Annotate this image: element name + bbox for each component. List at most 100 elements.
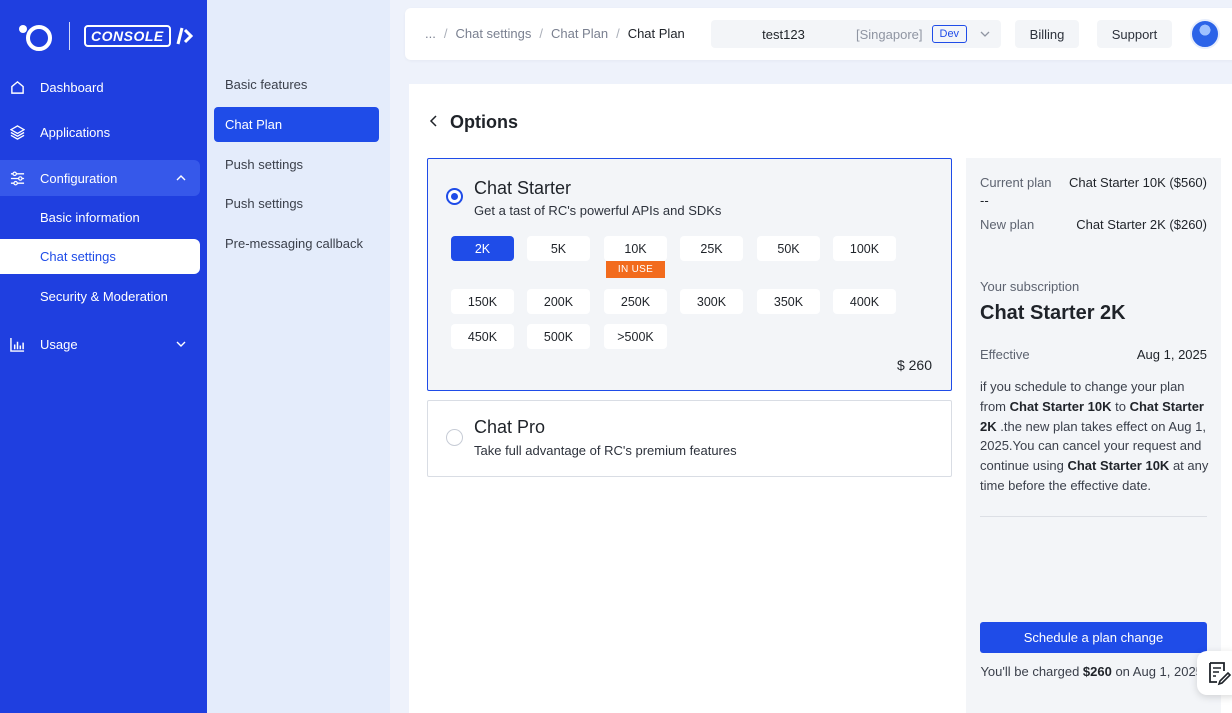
logo-console-text: CONSOLE <box>84 25 171 47</box>
schedule-note: if you schedule to change your plan from… <box>980 377 1210 496</box>
chevron-down-icon <box>979 28 991 40</box>
logo-wordmark: CONSOLE <box>84 25 193 47</box>
sidebar-subitem-label: Chat settings <box>40 249 116 264</box>
plan-card-chat-pro[interactable]: Chat Pro Take full advantage of RC's pre… <box>427 400 952 477</box>
new-plan-label: New plan <box>980 217 1035 232</box>
plan-price: $ 260 <box>896 357 932 373</box>
tier-option[interactable]: 5K <box>527 236 590 261</box>
subscription-label: Your subscription <box>980 279 1080 294</box>
plan-radio-chat-pro[interactable] <box>446 429 463 446</box>
sidebar-subitem-chat-settings[interactable]: Chat settings <box>0 239 200 274</box>
logo-divider <box>69 22 70 50</box>
charge-notice: You'll be charged $260 on Aug 1, 2025. <box>980 662 1207 682</box>
billing-button[interactable]: Billing <box>1015 20 1079 48</box>
note-from-plan: Chat Starter 10K <box>1009 398 1112 414</box>
sidebar-item-label: Applications <box>40 124 111 140</box>
sidebar-item-label: Dashboard <box>40 79 104 95</box>
breadcrumb-separator: / <box>443 26 448 41</box>
tier-option[interactable]: 100K <box>833 236 896 261</box>
sidebar-subitem-basic-information[interactable]: Basic information <box>0 200 200 235</box>
back-chevron-icon[interactable] <box>428 114 440 128</box>
plan-name: Chat Starter <box>474 178 572 198</box>
tier-option[interactable]: 250K <box>604 289 667 314</box>
sidebar-item-label: Configuration <box>40 170 118 186</box>
tier-option[interactable]: 2K <box>451 236 514 261</box>
feedback-button[interactable] <box>1197 651 1232 695</box>
charge-text: on Aug 1, 2025. <box>1111 664 1207 679</box>
console-logo[interactable]: CONSOLE <box>17 20 193 52</box>
tier-option[interactable]: 25K <box>680 236 743 261</box>
sidebar-subitem-label: Security & Moderation <box>40 289 168 304</box>
layers-icon <box>9 124 25 140</box>
subnav-item-push-settings[interactable]: Push settings <box>214 147 379 182</box>
plan-summary-panel: Current plan Chat Starter 10K ($560) -- … <box>966 158 1221 713</box>
project-selector[interactable]: test123 [Singapore] Dev <box>711 20 1001 48</box>
charge-text: You'll be charged <box>980 664 1083 679</box>
plan-radio-chat-starter[interactable] <box>446 188 463 205</box>
sliders-icon <box>9 170 25 186</box>
new-plan-value: Chat Starter 2K ($260) <box>1076 217 1207 232</box>
project-name: test123 <box>762 26 805 42</box>
effective-date: Aug 1, 2025 <box>1136 347 1207 362</box>
top-header: ... / Chat settings / Chat Plan / Chat P… <box>405 8 1232 60</box>
env-badge: Dev <box>931 25 968 43</box>
tier-option[interactable]: 10K <box>604 236 667 261</box>
sidebar-item-applications[interactable]: Applications <box>0 114 200 150</box>
subscription-plan: Chat Starter 2K <box>980 302 1126 324</box>
sidebar-subitem-label: Basic information <box>40 210 140 225</box>
tier-option[interactable]: >500K <box>604 324 667 349</box>
tier-option[interactable]: 150K <box>451 289 514 314</box>
current-plan-value: Chat Starter 10K ($560) <box>1068 175 1207 190</box>
support-button[interactable]: Support <box>1097 20 1172 48</box>
chevron-down-icon <box>174 337 188 351</box>
chat-settings-subnav: Basic features Chat Plan Push settings P… <box>207 0 390 713</box>
plan-description: Take full advantage of RC's premium feat… <box>474 443 737 458</box>
main-sidebar: CONSOLE Dashboard Applications Configura… <box>0 0 207 713</box>
breadcrumb-chat-plan[interactable]: Chat Plan <box>551 26 608 41</box>
schedule-plan-change-button[interactable]: Schedule a plan change <box>980 622 1207 653</box>
sidebar-subitem-security-moderation[interactable]: Security & Moderation <box>0 279 200 314</box>
current-plan-extra: -- <box>980 193 989 208</box>
charge-amount: $260 <box>1082 664 1112 679</box>
note-keep-plan: Chat Starter 10K <box>1067 458 1170 474</box>
note-text: to <box>1111 398 1130 414</box>
in-use-badge: IN USE <box>606 261 665 278</box>
sidebar-item-label: Usage <box>40 336 78 352</box>
breadcrumb-chat-settings[interactable]: Chat settings <box>455 26 531 41</box>
tier-option[interactable]: 400K <box>833 289 896 314</box>
tier-option[interactable]: 300K <box>680 289 743 314</box>
tier-option[interactable]: 450K <box>451 324 514 349</box>
home-icon <box>9 79 25 95</box>
sidebar-item-dashboard[interactable]: Dashboard <box>0 69 200 105</box>
edit-note-icon <box>1209 662 1232 686</box>
breadcrumb-separator: / <box>616 26 620 41</box>
page-title: Options <box>450 112 518 132</box>
subnav-item-push-settings-2[interactable]: Push settings <box>214 186 379 221</box>
tier-option[interactable]: 500K <box>527 324 590 349</box>
breadcrumb-separator: / <box>539 26 543 41</box>
options-panel: Options Chat Starter Get a tast of RC's … <box>409 84 1232 713</box>
breadcrumb-ellipsis[interactable]: ... <box>425 26 436 41</box>
effective-label: Effective <box>980 347 1030 362</box>
avatar[interactable] <box>1190 19 1220 49</box>
tier-option[interactable]: 50K <box>757 236 820 261</box>
plan-name: Chat Pro <box>474 417 546 437</box>
sidebar-item-configuration[interactable]: Configuration <box>0 160 200 196</box>
plan-card-chat-starter[interactable]: Chat Starter Get a tast of RC's powerful… <box>427 158 952 391</box>
bar-chart-icon <box>9 336 25 352</box>
sidebar-item-usage[interactable]: Usage <box>0 326 200 362</box>
chevron-up-icon <box>174 171 188 185</box>
subnav-item-pre-messaging-callback[interactable]: Pre-messaging callback <box>214 226 379 261</box>
divider <box>980 516 1207 517</box>
plan-description: Get a tast of RC's powerful APIs and SDK… <box>474 203 722 218</box>
current-plan-label: Current plan <box>980 175 1052 190</box>
breadcrumb: ... / Chat settings / Chat Plan / Chat P… <box>425 26 685 41</box>
breadcrumb-current: Chat Plan <box>627 26 685 41</box>
logo-code-icon <box>176 27 193 45</box>
project-region: [Singapore] <box>856 26 923 42</box>
subnav-item-chat-plan[interactable]: Chat Plan <box>214 107 379 142</box>
tier-option[interactable]: 200K <box>527 289 590 314</box>
tier-option[interactable]: 350K <box>757 289 820 314</box>
brand-logo-icon <box>17 20 57 52</box>
subnav-item-basic-features[interactable]: Basic features <box>214 67 379 102</box>
